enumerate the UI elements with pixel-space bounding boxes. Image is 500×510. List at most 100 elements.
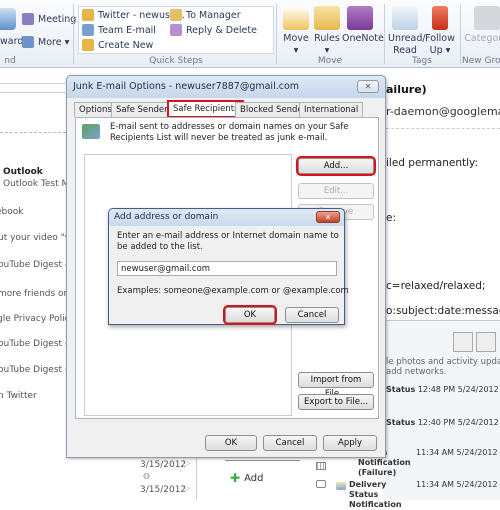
categorize-button[interactable]: Categoriz [462, 6, 500, 45]
move-icon [283, 6, 309, 30]
more-button[interactable]: More ▾ [22, 36, 69, 48]
plus-icon: ✚ [230, 471, 241, 485]
flag-icon [432, 6, 448, 30]
mail-item-subject[interactable]: ebook [0, 207, 23, 217]
mail-item-subject[interactable]: more friends on [0, 289, 69, 299]
add-people-button[interactable]: ✚ Add [230, 471, 263, 485]
rules-icon [314, 6, 340, 30]
search-box[interactable] [0, 70, 66, 84]
edit-button[interactable]: Edit... [298, 183, 374, 199]
categorize-icon [474, 6, 500, 30]
divider [0, 92, 66, 93]
mail-item-sender: Outlook [3, 167, 43, 177]
mail-item-date: 3/15/2012 [140, 460, 187, 470]
to-manager-icon [170, 9, 182, 21]
meeting-button[interactable]: Meeting [22, 13, 76, 25]
contact-photo-icon[interactable] [453, 332, 473, 352]
message-list: Outlook Outlook Test Me ebook ut your vi… [0, 70, 79, 500]
people-message-item[interactable]: Status 12:48 PM 5/24/2012 [386, 385, 499, 394]
team-email-icon [82, 24, 94, 36]
onenote-button[interactable]: OneNote [342, 6, 384, 45]
reading-pane: ailure) r-daemon@googlema iled permanent… [336, 70, 500, 509]
dialog-title-bar: Add address or domain ✕ [109, 209, 344, 226]
new-group-label: New Grou [462, 56, 500, 66]
divider [460, 4, 461, 64]
people-message-item[interactable]: Delivery Status Notification [349, 480, 417, 510]
tab-international[interactable]: International [299, 102, 364, 117]
mail-item-subject[interactable]: ouTube Digest - F [0, 260, 76, 270]
attachment-icon: ◍ [143, 471, 150, 480]
ok-button[interactable]: OK [205, 435, 257, 451]
quick-step-reply-delete[interactable]: Reply & Delete [170, 24, 257, 36]
message-time: 11:34 AM 5/24/2012 [416, 480, 498, 489]
more-icon [22, 36, 34, 48]
address-input[interactable] [117, 261, 337, 276]
divider [386, 128, 500, 129]
message-subject: ailure) [386, 83, 427, 96]
dialog-title: Add address or domain [114, 212, 219, 222]
dialog-prompt: Enter an e-mail address or Internet doma… [117, 231, 339, 252]
dialog-title: Junk E-mail Options - newuser7887@gmail.… [73, 81, 300, 92]
divider [384, 4, 385, 64]
add-button[interactable]: Add... [296, 156, 376, 176]
message-envelope-icon [336, 482, 346, 490]
contact-photo-icon[interactable] [476, 332, 496, 352]
onenote-icon [347, 6, 373, 30]
mail-item-subject[interactable]: n Twitter [0, 391, 37, 401]
follow-up-button[interactable]: Follow Up ▾ [425, 6, 455, 57]
twitter-step-icon [82, 9, 94, 21]
message-body-line: iled permanently: [386, 157, 479, 169]
mail-item-subject[interactable]: ouTube Digest - F [0, 339, 76, 349]
divider [0, 132, 66, 133]
respond-group-label: nd [4, 56, 16, 66]
panel-description: E-mail sent to addresses or domain names… [110, 122, 349, 143]
dialog-title-bar: Junk E-mail Options - newuser7887@gmail.… [67, 76, 385, 98]
import-from-file-button[interactable]: Import from File... [298, 372, 374, 399]
quick-step-create-new[interactable]: Create New [82, 39, 153, 51]
forward-button[interactable]: ward [0, 36, 23, 47]
people-message-item[interactable]: Status 12:40 PM 5/24/2012 [386, 418, 499, 427]
tab-safe-recipients[interactable]: Safe Recipients [167, 100, 245, 118]
reply-delete-icon [170, 24, 182, 36]
flag-icon[interactable]: ▷ [183, 458, 191, 469]
quick-step-to-manager[interactable]: To Manager [170, 9, 241, 21]
cancel-button[interactable]: Cancel [285, 307, 339, 323]
mail-item-date: 3/15/2012 [140, 485, 187, 495]
quick-step-team-email[interactable]: Team E-mail [82, 24, 156, 36]
message-body-line: e: [386, 212, 396, 224]
ok-button[interactable]: OK [223, 305, 277, 325]
flag-icon[interactable]: ▷ [183, 483, 191, 494]
apply-button[interactable]: Apply [323, 435, 377, 451]
close-button[interactable]: ✕ [316, 211, 340, 223]
unread-read-button[interactable]: Unread/ Read [388, 6, 426, 57]
add-address-dialog: Add address or domain ✕ Enter an e-mail … [108, 208, 349, 325]
ribbon: ward Meeting More ▾ nd Twitter - newuse.… [0, 0, 500, 68]
move-group-label: Move [317, 56, 343, 66]
examples-text: Examples: someone@example.com or @exampl… [117, 286, 349, 296]
divider [276, 4, 277, 64]
envelope-icon [392, 6, 418, 30]
quick-steps-group-label: Quick Steps [149, 56, 203, 66]
message-body-line: o:subject:date:message- [386, 305, 500, 317]
meeting-icon [22, 13, 34, 25]
create-new-icon [82, 39, 94, 51]
export-to-file-button[interactable]: Export to File... [298, 394, 374, 410]
people-pane-text: le photos and activity updat [386, 357, 500, 367]
calendar-icon[interactable] [316, 462, 326, 470]
divider [225, 460, 300, 461]
people-pane-text: add networks. [386, 367, 447, 377]
rules-button[interactable]: Rules ▾ [313, 6, 341, 57]
tags-group-label: Tags [412, 56, 432, 66]
people-icon [82, 124, 100, 139]
divider [196, 458, 197, 500]
message-sender: r-daemon@googlema [386, 105, 500, 118]
mail-item-subject[interactable]: gle Privacy Policy [0, 314, 75, 324]
comment-icon[interactable] [316, 480, 326, 488]
close-button[interactable]: ✕ [357, 80, 379, 93]
message-time: 11:34 AM 5/24/2012 [416, 448, 498, 457]
cancel-button[interactable]: Cancel [263, 435, 317, 451]
message-body-line: c=relaxed/relaxed; [386, 280, 486, 292]
divider [73, 4, 74, 64]
mail-item-subject[interactable]: Outlook Test Me [3, 179, 75, 189]
move-button[interactable]: Move ▾ [282, 6, 310, 57]
